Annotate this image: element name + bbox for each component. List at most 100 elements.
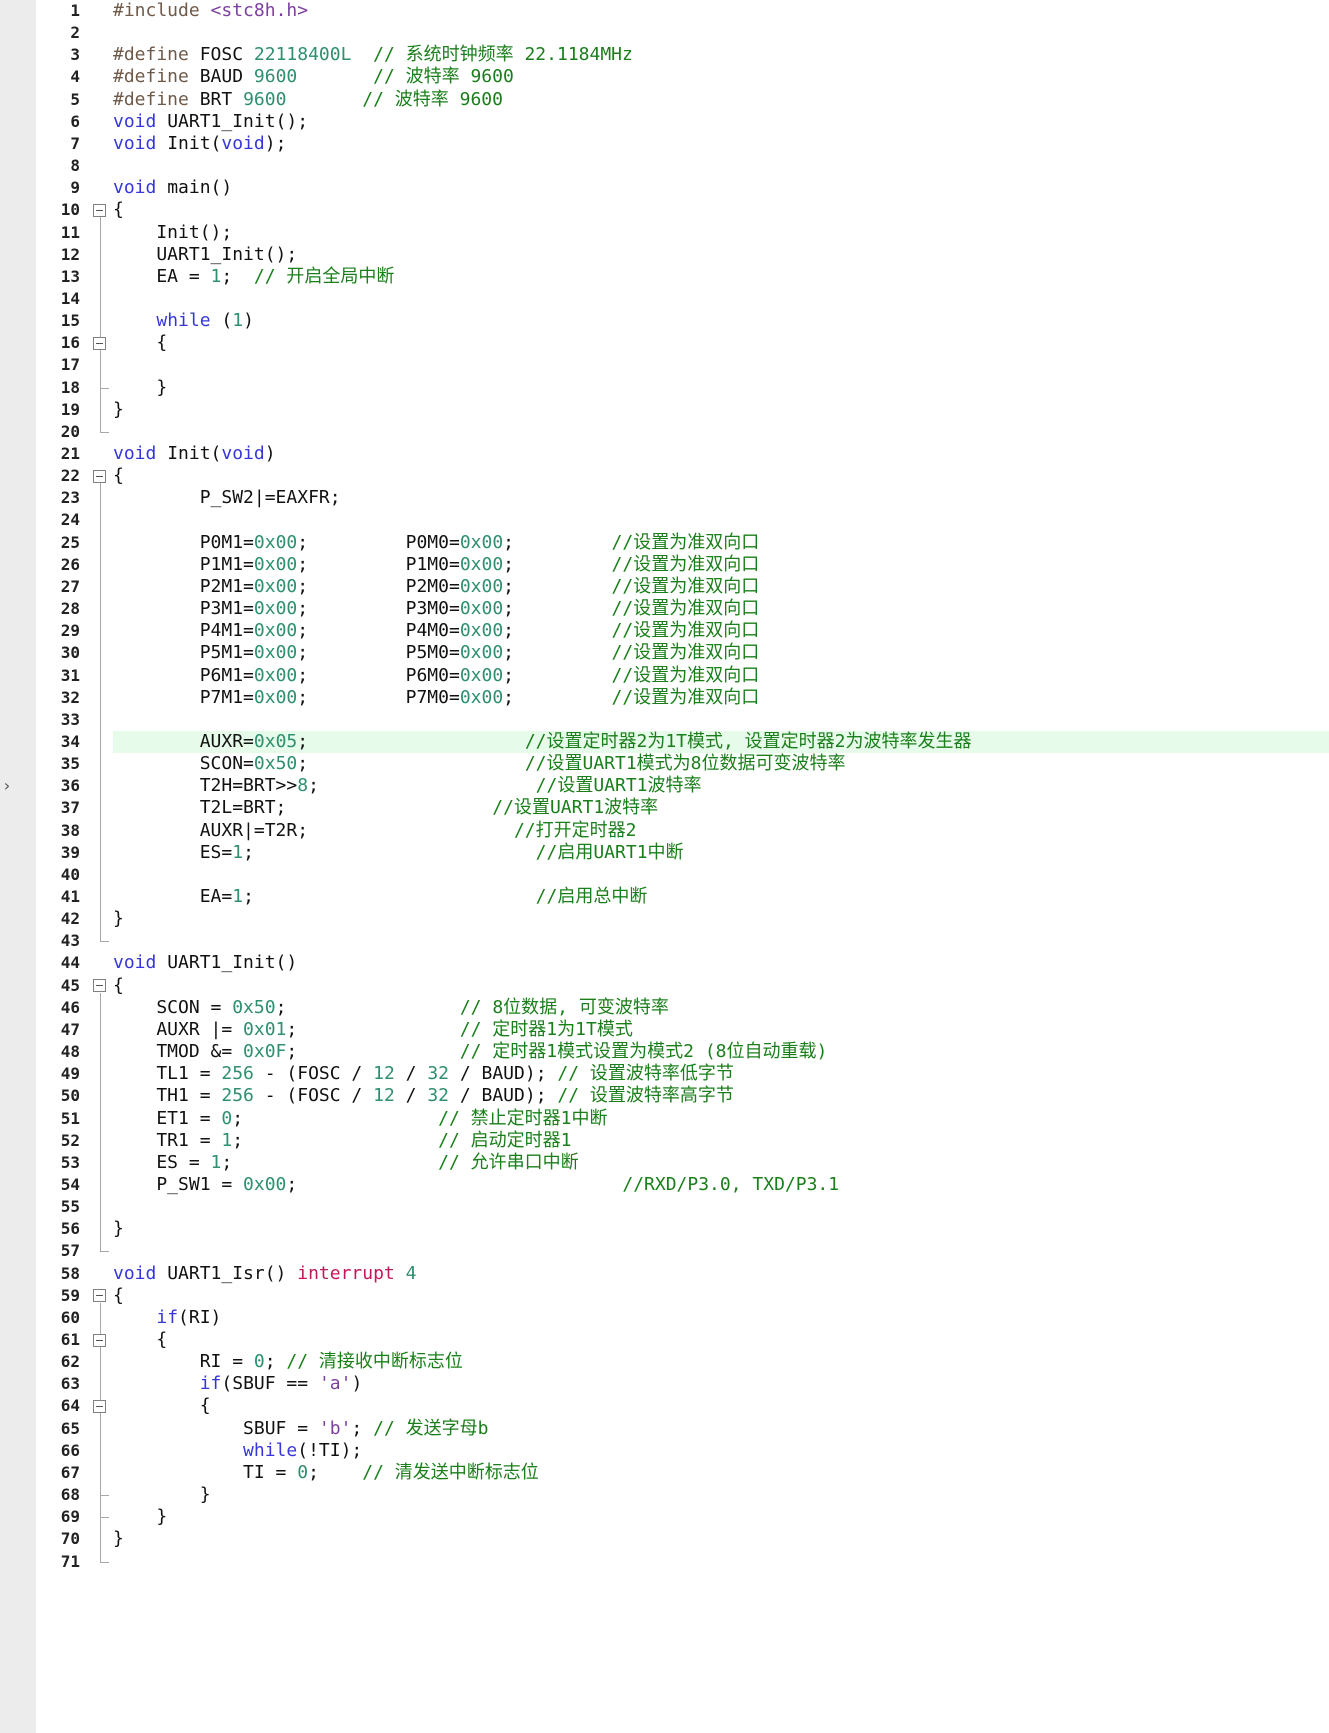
code-text[interactable]: RI = 0; // 清接收中断标志位 [113, 1351, 1329, 1373]
code-text[interactable]: { [113, 1285, 1329, 1307]
code-text[interactable]: void Init(void) [113, 443, 1329, 465]
code-text[interactable] [113, 354, 1329, 376]
code-line[interactable]: 56} [0, 1218, 1329, 1240]
code-text[interactable]: } [113, 399, 1329, 421]
code-line[interactable]: 46 SCON = 0x50; // 8位数据, 可变波特率 [0, 997, 1329, 1019]
code-text[interactable]: P6M1=0x00; P6M0=0x00; //设置为准双向口 [113, 665, 1329, 687]
code-line[interactable]: 17 [0, 354, 1329, 376]
code-text[interactable]: P_SW1 = 0x00; //RXD/P3.0, TXD/P3.1 [113, 1174, 1329, 1196]
code-line[interactable]: 34 AUXR=0x05; //设置定时器2为1T模式, 设置定时器2为波特率发… [0, 730, 1329, 754]
code-text[interactable]: } [113, 1218, 1329, 1240]
code-text[interactable]: AUXR=0x05; //设置定时器2为1T模式, 设置定时器2为波特率发生器 [113, 730, 1329, 754]
code-line[interactable]: 8 [0, 155, 1329, 177]
code-line[interactable]: 6 void UART1_Init(); [0, 111, 1329, 133]
code-line[interactable]: 4 #define BAUD 9600 // 波特率 9600 [0, 66, 1329, 88]
code-editor[interactable]: 1 #include <stc8h.h> 2 3 #define FOSC 221184… [0, 0, 1329, 1733]
code-text[interactable]: } [113, 1506, 1329, 1528]
code-line[interactable]: 39 ES=1; //启用UART1中断 [0, 842, 1329, 864]
code-text[interactable]: TL1 = 256 - (FOSC / 12 / 32 / BAUD); // … [113, 1063, 1329, 1085]
code-line[interactable]: 9 void main() [0, 177, 1329, 199]
code-text[interactable]: void main() [113, 177, 1329, 199]
code-line[interactable]: 7 void Init(void); [0, 133, 1329, 155]
fold-collapse-icon[interactable] [93, 469, 106, 483]
code-line[interactable]: 44 void UART1_Init() [0, 952, 1329, 974]
code-line[interactable]: 10 { [0, 199, 1329, 221]
code-line[interactable]: 11 Init(); [0, 222, 1329, 244]
code-line[interactable]: 14 [0, 288, 1329, 310]
code-line[interactable]: 23 P_SW2|=EAXFR; [0, 487, 1329, 509]
code-line[interactable]: 63 if(SBUF == 'a') [0, 1373, 1329, 1395]
code-text[interactable]: #define BAUD 9600 // 波特率 9600 [113, 66, 1329, 88]
code-text[interactable]: } [113, 908, 1329, 930]
code-text[interactable]: #define FOSC 22118400L // 系统时钟频率 22.1184… [113, 44, 1329, 66]
code-line[interactable]: 26 P1M1=0x00; P1M0=0x00; //设置为准双向口 [0, 554, 1329, 576]
code-text[interactable] [113, 509, 1329, 531]
fold-collapse-icon[interactable] [93, 203, 106, 217]
code-line[interactable]: 71 [0, 1550, 1329, 1573]
code-line[interactable]: 5 #define BRT 9600 // 波特率 9600 [0, 89, 1329, 111]
code-line[interactable]: 30 P5M1=0x00; P5M0=0x00; //设置为准双向口 [0, 642, 1329, 664]
code-line[interactable]: 45 { [0, 975, 1329, 997]
code-text[interactable]: T2L=BRT; //设置UART1波特率 [113, 797, 1329, 819]
code-text[interactable]: AUXR|=T2R; //打开定时器2 [113, 820, 1329, 842]
fold-collapse-icon[interactable] [93, 1400, 106, 1413]
code-line[interactable]: 33 [0, 709, 1329, 731]
code-line[interactable]: 49 TL1 = 256 - (FOSC / 12 / 32 / BAUD); … [0, 1063, 1329, 1085]
code-text[interactable]: P7M1=0x00; P7M0=0x00; //设置为准双向口 [113, 687, 1329, 709]
code-text[interactable]: SBUF = 'b'; // 发送字母b [113, 1418, 1329, 1440]
code-text[interactable]: { [113, 1329, 1329, 1351]
code-line[interactable]: 57 [0, 1240, 1329, 1262]
code-text[interactable]: P_SW2|=EAXFR; [113, 487, 1329, 509]
code-text[interactable]: ES=1; //启用UART1中断 [113, 842, 1329, 864]
code-line[interactable]: 51 ET1 = 0; // 禁止定时器1中断 [0, 1108, 1329, 1130]
code-line[interactable]: 42} [0, 908, 1329, 930]
code-line[interactable]: 36 T2H=BRT>>8; //设置UART1波特率 [0, 775, 1329, 797]
code-text[interactable] [113, 1240, 1329, 1262]
code-text[interactable]: void Init(void); [113, 133, 1329, 155]
code-text[interactable]: { [113, 199, 1329, 221]
code-line[interactable]: 61 { [0, 1329, 1329, 1351]
fold-collapse-icon[interactable] [93, 1289, 106, 1303]
code-text[interactable]: TR1 = 1; // 启动定时器1 [113, 1130, 1329, 1152]
code-text[interactable]: EA=1; //启用总中断 [113, 886, 1329, 908]
code-text[interactable]: P3M1=0x00; P3M0=0x00; //设置为准双向口 [113, 598, 1329, 620]
code-text[interactable] [113, 1551, 1329, 1573]
code-line[interactable]: 27 P2M1=0x00; P2M0=0x00; //设置为准双向口 [0, 576, 1329, 598]
code-text[interactable]: TMOD &= 0x0F; // 定时器1模式设置为模式2 (8位自动重载) [113, 1041, 1329, 1063]
code-line[interactable]: 54 P_SW1 = 0x00; //RXD/P3.0, TXD/P3.1 [0, 1174, 1329, 1196]
code-line[interactable]: 41 EA=1; //启用总中断 [0, 886, 1329, 908]
code-line[interactable]: 21 void Init(void) [0, 443, 1329, 465]
code-text[interactable] [113, 709, 1329, 731]
code-text[interactable]: TH1 = 256 - (FOSC / 12 / 32 / BAUD); // … [113, 1085, 1329, 1107]
code-line[interactable]: 19} [0, 399, 1329, 421]
code-line[interactable]: 28 P3M1=0x00; P3M0=0x00; //设置为准双向口 [0, 598, 1329, 620]
code-line[interactable]: 47 AUXR |= 0x01; // 定时器1为1T模式 [0, 1019, 1329, 1041]
code-text[interactable]: P1M1=0x00; P1M0=0x00; //设置为准双向口 [113, 554, 1329, 576]
code-line[interactable]: 37 T2L=BRT; //设置UART1波特率 [0, 797, 1329, 819]
code-text[interactable]: while(!TI); [113, 1440, 1329, 1462]
code-text[interactable]: void UART1_Init() [113, 952, 1329, 974]
code-line[interactable]: 15 while (1) [0, 310, 1329, 332]
code-line[interactable]: 35 SCON=0x50; //设置UART1模式为8位数据可变波特率 [0, 753, 1329, 775]
code-line[interactable]: 20 [0, 420, 1329, 443]
code-line[interactable]: 69 } [0, 1506, 1329, 1528]
code-text[interactable]: } [113, 377, 1329, 399]
code-text[interactable] [113, 288, 1329, 310]
code-line[interactable]: 16 { [0, 332, 1329, 354]
code-line[interactable]: 48 TMOD &= 0x0F; // 定时器1模式设置为模式2 (8位自动重载… [0, 1041, 1329, 1063]
code-line[interactable]: 2 [0, 22, 1329, 44]
code-text[interactable]: T2H=BRT>>8; //设置UART1波特率 [113, 775, 1329, 797]
code-line[interactable]: 43 [0, 930, 1329, 952]
code-line[interactable]: 31 P6M1=0x00; P6M0=0x00; //设置为准双向口 [0, 665, 1329, 687]
code-text[interactable]: } [113, 1484, 1329, 1506]
code-line[interactable]: 24 [0, 509, 1329, 531]
fold-collapse-icon[interactable] [93, 1333, 106, 1347]
code-text[interactable]: TI = 0; // 清发送中断标志位 [113, 1462, 1329, 1484]
code-text[interactable]: } [113, 1528, 1329, 1550]
code-text[interactable]: if(RI) [113, 1307, 1329, 1329]
code-line[interactable]: 58 void UART1_Isr() interrupt 4 [0, 1263, 1329, 1285]
code-text[interactable]: void UART1_Init(); [113, 111, 1329, 133]
fold-collapse-icon[interactable] [93, 336, 106, 350]
code-text[interactable]: { [113, 1395, 1329, 1417]
code-text[interactable]: ES = 1; // 允许串口中断 [113, 1152, 1329, 1174]
